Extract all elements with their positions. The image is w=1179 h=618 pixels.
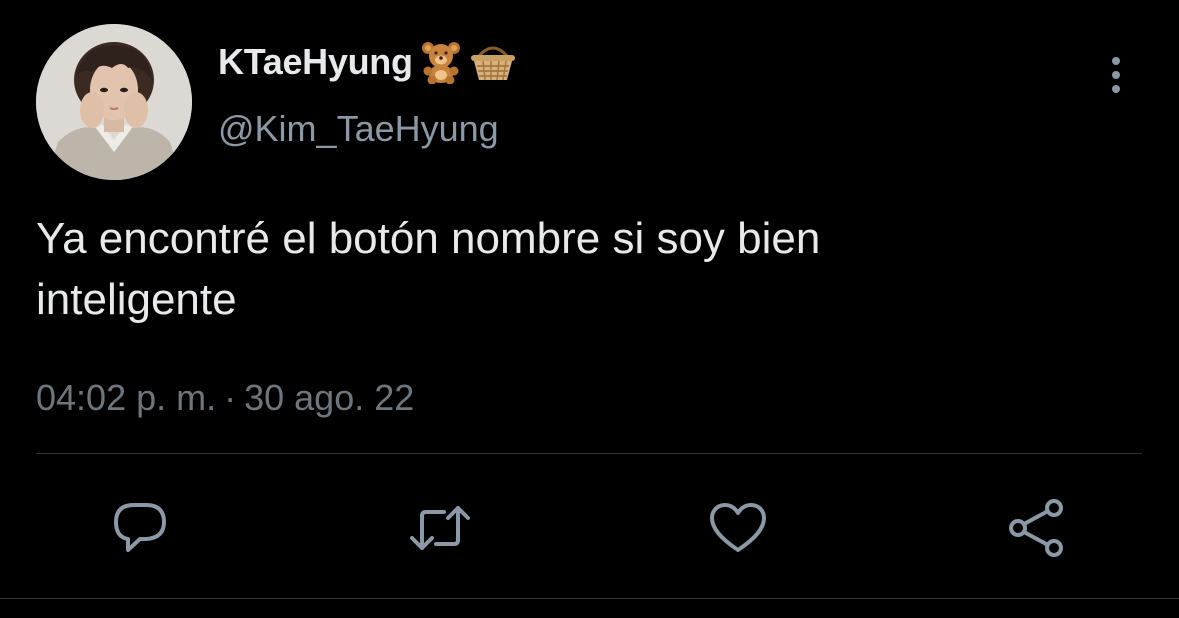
more-options-icon[interactable] — [1096, 50, 1136, 100]
tweet-date: 30 ago. 22 — [244, 377, 415, 418]
tweet-text: Ya encontré el botón nombre si soy bien … — [36, 214, 821, 324]
more-dot — [1112, 71, 1120, 79]
divider — [0, 598, 1179, 599]
retweet-arrows-icon — [410, 506, 470, 550]
action-bar — [0, 496, 1179, 560]
display-name[interactable]: KTaeHyung — [218, 36, 413, 88]
tweet-timestamp[interactable]: 04:02 p. m. · 30 ago. 22 — [36, 372, 414, 424]
heart-outline-icon — [710, 503, 766, 552]
avatar-photo-icon — [36, 24, 192, 180]
teddy-bear-emoji-icon — [419, 40, 463, 84]
share-button[interactable] — [1004, 496, 1068, 560]
like-button[interactable] — [706, 496, 770, 560]
user-handle[interactable]: @Kim_TaeHyung — [218, 104, 499, 154]
reply-button[interactable] — [108, 496, 172, 560]
basket-emoji-icon — [469, 42, 517, 82]
retweet-button[interactable] — [408, 496, 472, 560]
divider — [36, 453, 1142, 454]
share-nodes-icon — [1009, 499, 1063, 557]
meta-separator: · — [224, 377, 237, 418]
more-dot — [1112, 57, 1120, 65]
speech-bubble-icon — [114, 503, 166, 552]
tweet-time: 04:02 p. m. — [36, 377, 217, 418]
more-dot — [1112, 85, 1120, 93]
tweet-card: KTaeHyung @Kim_TaeHyung Ya encontré el b… — [0, 0, 1179, 618]
avatar[interactable] — [36, 24, 192, 180]
display-name-row[interactable]: KTaeHyung — [218, 36, 517, 88]
